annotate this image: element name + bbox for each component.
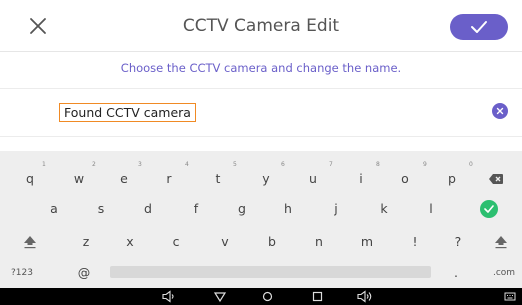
volume-down-icon[interactable] — [161, 290, 177, 303]
key-hint: 9 — [423, 161, 427, 168]
shift-icon — [495, 236, 507, 249]
spacebar[interactable] — [110, 266, 431, 278]
recents-icon[interactable] — [311, 290, 324, 303]
backspace-key[interactable] — [484, 168, 508, 190]
key-v[interactable]: v — [213, 231, 237, 253]
key-o[interactable]: o — [393, 168, 417, 190]
volume-up-icon[interactable] — [356, 290, 374, 303]
keyboard-icon[interactable] — [504, 290, 516, 303]
key-t[interactable]: t — [206, 168, 230, 190]
key-hint: 1 — [42, 161, 46, 168]
key-hint: 3 — [138, 161, 142, 168]
shift-key[interactable] — [18, 231, 42, 253]
system-nav-bar — [0, 288, 522, 305]
page-title: CCTV Camera Edit — [182, 16, 340, 36]
clear-input-button[interactable] — [492, 103, 508, 119]
header-divider — [0, 51, 522, 52]
key-g[interactable]: g — [230, 198, 254, 220]
key-hint: 6 — [281, 161, 285, 168]
key-question[interactable]: ? — [446, 231, 470, 253]
backspace-icon — [489, 174, 503, 184]
home-icon[interactable] — [261, 290, 274, 303]
confirm-button[interactable] — [450, 14, 508, 40]
key-y[interactable]: y — [254, 168, 278, 190]
key-s[interactable]: s — [89, 198, 113, 220]
divider — [0, 136, 522, 137]
key-hint: 5 — [233, 161, 237, 168]
key-c[interactable]: c — [164, 231, 188, 253]
key-h[interactable]: h — [276, 198, 300, 220]
key-q[interactable]: q — [18, 168, 42, 190]
key-b[interactable]: b — [260, 231, 284, 253]
key-w[interactable]: w — [67, 168, 91, 190]
key-r[interactable]: r — [157, 168, 181, 190]
key-j[interactable]: j — [324, 198, 348, 220]
header: CCTV Camera Edit — [0, 0, 522, 52]
shift-key-right[interactable] — [489, 231, 513, 253]
key-a[interactable]: a — [42, 198, 66, 220]
symbols-key[interactable]: ?123 — [5, 262, 39, 284]
key-i[interactable]: i — [349, 168, 373, 190]
key-period[interactable]: . — [444, 262, 468, 284]
done-key[interactable] — [480, 200, 498, 218]
key-f[interactable]: f — [184, 198, 208, 220]
key-k[interactable]: k — [372, 198, 396, 220]
soft-keyboard: q w e r t y u i o p 1 2 3 4 5 6 7 8 9 0 … — [0, 151, 522, 288]
key-dotcom[interactable]: .com — [490, 262, 518, 284]
key-at[interactable]: @ — [72, 262, 96, 284]
key-z[interactable]: z — [74, 231, 98, 253]
back-icon[interactable] — [213, 290, 227, 303]
checkmark-icon — [484, 205, 494, 213]
key-p[interactable]: p — [440, 168, 464, 190]
key-l[interactable]: l — [419, 198, 443, 220]
key-hint: 8 — [376, 161, 380, 168]
key-e[interactable]: e — [112, 168, 136, 190]
key-hint: 0 — [469, 161, 473, 168]
key-hint: 7 — [329, 161, 333, 168]
key-m[interactable]: m — [355, 231, 379, 253]
instruction-text: Choose the CCTV camera and change the na… — [120, 61, 402, 75]
key-hint: 2 — [92, 161, 96, 168]
clear-icon — [496, 107, 504, 115]
key-hint: 4 — [185, 161, 189, 168]
camera-name-input[interactable] — [59, 103, 196, 122]
key-n[interactable]: n — [307, 231, 331, 253]
key-u[interactable]: u — [301, 168, 325, 190]
divider — [0, 88, 522, 89]
key-d[interactable]: d — [136, 198, 160, 220]
key-x[interactable]: x — [118, 231, 142, 253]
key-exclamation[interactable]: ! — [403, 231, 427, 253]
checkmark-icon — [471, 21, 487, 33]
shift-icon — [24, 236, 36, 249]
